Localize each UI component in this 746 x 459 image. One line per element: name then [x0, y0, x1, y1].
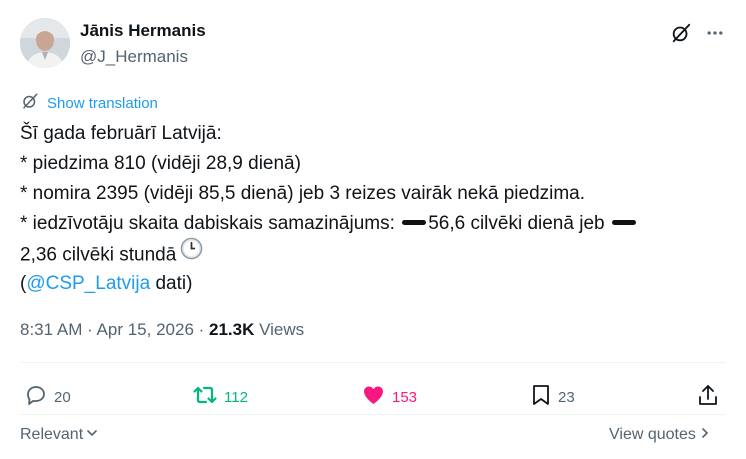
share-icon [697, 383, 719, 411]
repost-icon [192, 383, 218, 411]
divider [20, 362, 726, 363]
share-button[interactable] [697, 383, 719, 411]
chevron-down-icon [86, 426, 98, 444]
show-translation-link[interactable]: Show translation [21, 92, 158, 114]
translate-icon [21, 92, 39, 114]
tweet-line: * iedzīvotāju skaita dabiskais samazināj… [20, 209, 726, 239]
grok-icon[interactable] [666, 18, 696, 48]
tweet-line-text: 56,6 cilvēki dienā jeb [428, 213, 605, 234]
repost-count: 112 [224, 388, 248, 406]
tweet-text: Šī gada februārī Latvijā: * piedzima 810… [20, 119, 726, 299]
reply-icon [24, 383, 48, 411]
tweet-line-text: 2,36 cilvēki stundā [20, 244, 177, 266]
bookmark-button[interactable]: 23 [530, 383, 575, 411]
view-quotes-link[interactable]: View quotes [609, 426, 711, 444]
reply-button[interactable]: 20 [24, 383, 71, 411]
like-button[interactable]: 153 [361, 383, 417, 411]
tweet-line: 2,36 cilvēki stundā [20, 237, 726, 270]
like-count: 153 [392, 388, 418, 406]
tweet-time[interactable]: 8:31 AM [20, 320, 82, 339]
repost-button[interactable]: 112 [192, 383, 248, 411]
tweet-line: (@CSP_Latvija dati) [20, 269, 726, 299]
tweet-line-text: dati) [150, 273, 193, 294]
chevron-right-icon [699, 426, 711, 444]
meta-separator: · [193, 320, 210, 339]
more-icon[interactable] [700, 18, 730, 48]
author-handle[interactable]: @J_Hermanis [80, 47, 188, 67]
divider [20, 414, 726, 415]
tweet-meta: 8:31 AM · Apr 15, 2026 · 21.3K Views [20, 320, 304, 340]
tweet-line-text: * iedzīvotāju skaita dabiskais samazināj… [20, 213, 395, 234]
views-count[interactable]: 21.3K [209, 320, 254, 339]
heart-icon [361, 383, 386, 411]
clock-emoji-icon [180, 237, 203, 270]
sort-label: Relevant [20, 426, 84, 443]
tweet-line: * nomira 2395 (vidēji 85,5 dienā) jeb 3 … [20, 183, 586, 204]
bookmark-icon [530, 383, 552, 411]
views-label: Views [254, 320, 305, 339]
sort-dropdown[interactable]: Relevant [20, 426, 98, 444]
mention-link[interactable]: @CSP_Latvija [26, 273, 150, 294]
author-name[interactable]: Jānis Hermanis [80, 21, 206, 41]
minus-emoji [611, 220, 636, 226]
tweet-line: * piedzima 810 (vidēji 28,9 dienā) [20, 153, 301, 174]
show-translation-label: Show translation [47, 94, 158, 112]
reply-count: 20 [54, 388, 71, 406]
bookmark-count: 23 [558, 388, 575, 406]
meta-separator: · [82, 320, 97, 339]
tweet-date[interactable]: Apr 15, 2026 [97, 320, 194, 339]
view-quotes-label: View quotes [609, 426, 696, 443]
tweet-line: Šī gada februārī Latvijā: [20, 123, 222, 144]
avatar[interactable] [20, 18, 70, 68]
minus-emoji [402, 220, 427, 226]
